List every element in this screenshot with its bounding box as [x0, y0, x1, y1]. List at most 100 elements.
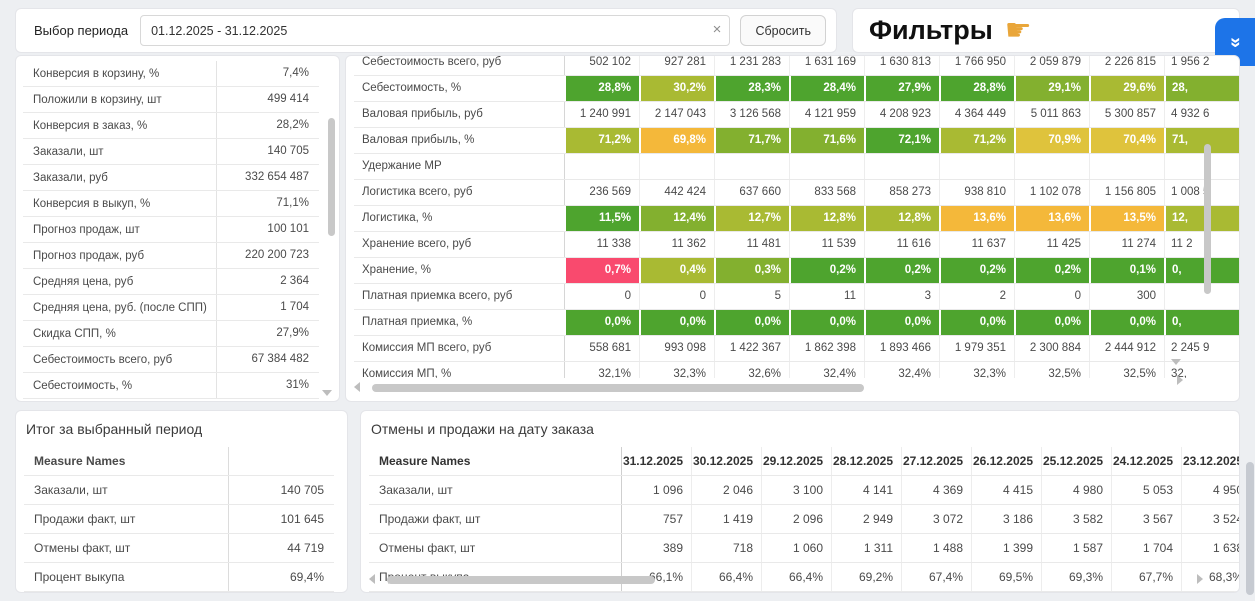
daily-metric-row[interactable]: Логистика всего, руб236 569442 424637 66… — [354, 180, 1239, 206]
orders-header-row[interactable]: Measure Names31.12.202530.12.202529.12.2… — [369, 447, 1239, 476]
daily-metric-row[interactable]: Валовая прибыль, руб1 240 9912 147 0433 … — [354, 102, 1239, 128]
totals-row[interactable]: Продажи факт, шт101 645 — [24, 505, 334, 534]
daily-metric-cell[interactable]: 28, — [1164, 76, 1239, 101]
horizontal-scrollbar-thumb[interactable] — [387, 576, 655, 584]
daily-metric-cell[interactable]: 28,4% — [789, 76, 864, 101]
daily-metric-cell[interactable]: 0,2% — [939, 258, 1014, 283]
orders-cell[interactable]: 1 704 — [1111, 534, 1181, 562]
scroll-right-arrow[interactable] — [1197, 574, 1203, 584]
daily-metric-cell[interactable]: 11 616 — [864, 232, 939, 257]
orders-date-header[interactable]: 27.12.2025 — [901, 447, 971, 475]
daily-metric-cell[interactable]: 71,2% — [564, 128, 639, 153]
daily-metric-cell[interactable]: 1 156 805 — [1089, 180, 1164, 205]
daily-metric-cell[interactable]: 0,0% — [864, 310, 939, 335]
daily-metric-cell[interactable]: 0,3% — [714, 258, 789, 283]
daily-metric-cell[interactable]: 12,7% — [714, 206, 789, 231]
orders-cell[interactable]: 69,3% — [1041, 563, 1111, 591]
daily-metric-cell[interactable]: 3 — [864, 284, 939, 309]
daily-metric-cell[interactable]: 0 — [564, 284, 639, 309]
orders-date-header[interactable]: 25.12.2025 — [1041, 447, 1111, 475]
daily-metric-cell[interactable]: 32,5% — [1014, 362, 1089, 378]
daily-metric-cell[interactable]: 2 245 9 — [1164, 336, 1239, 361]
daily-metric-cell[interactable]: 71,2% — [939, 128, 1014, 153]
daily-metric-cell[interactable]: 11 539 — [789, 232, 864, 257]
metric-row[interactable]: Прогноз продаж, шт100 101 — [23, 217, 319, 243]
orders-cell[interactable]: 2 096 — [761, 505, 831, 533]
daily-metric-cell[interactable]: 0,0% — [1014, 310, 1089, 335]
orders-cell[interactable]: 66,4% — [691, 563, 761, 591]
orders-cell[interactable]: 3 582 — [1041, 505, 1111, 533]
metric-row[interactable]: Себестоимость, %31% — [23, 373, 319, 399]
daily-metric-cell[interactable]: 4 208 923 — [864, 102, 939, 127]
daily-metric-cell[interactable]: 0,0% — [639, 310, 714, 335]
daily-metric-cell[interactable]: 12,8% — [789, 206, 864, 231]
daily-metric-cell[interactable]: 2 — [939, 284, 1014, 309]
orders-cell[interactable]: 69,5% — [971, 563, 1041, 591]
orders-cell[interactable]: 757 — [621, 505, 691, 533]
daily-metric-cell[interactable]: 1 422 367 — [714, 336, 789, 361]
daily-metric-cell[interactable]: 0,2% — [789, 258, 864, 283]
daily-metric-cell[interactable]: 11 481 — [714, 232, 789, 257]
daily-metric-cell[interactable]: 71,7% — [714, 128, 789, 153]
daily-metric-cell[interactable]: 1 862 398 — [789, 336, 864, 361]
metric-row[interactable]: Скидка СПП, %27,9% — [23, 321, 319, 347]
daily-metric-cell[interactable]: 11 338 — [564, 232, 639, 257]
orders-cell[interactable]: 4 980 — [1041, 476, 1111, 504]
orders-cell[interactable]: 3 100 — [761, 476, 831, 504]
daily-metric-cell[interactable]: 11 — [789, 284, 864, 309]
daily-metric-cell[interactable]: 558 681 — [564, 336, 639, 361]
daily-metric-cell[interactable]: 28,3% — [714, 76, 789, 101]
daily-metric-cell[interactable]: 2 300 884 — [1014, 336, 1089, 361]
daily-metric-cell[interactable]: 32,3% — [939, 362, 1014, 378]
daily-metric-row[interactable]: Логистика, %11,5%12,4%12,7%12,8%12,8%13,… — [354, 206, 1239, 232]
daily-metric-cell[interactable] — [939, 154, 1014, 179]
page-scrollbar-thumb[interactable] — [1246, 462, 1254, 595]
daily-metric-cell[interactable]: 0,0% — [714, 310, 789, 335]
orders-cell[interactable]: 1 096 — [621, 476, 691, 504]
daily-metric-cell[interactable]: 30,2% — [639, 76, 714, 101]
daily-metric-cell[interactable]: 0,2% — [1014, 258, 1089, 283]
daily-metric-cell[interactable] — [1089, 154, 1164, 179]
daily-metric-cell[interactable]: 11 362 — [639, 232, 714, 257]
orders-cell[interactable]: 67,4% — [901, 563, 971, 591]
daily-metric-cell[interactable]: 11 274 — [1089, 232, 1164, 257]
daily-metric-cell[interactable]: 0,1% — [1089, 258, 1164, 283]
daily-metric-row[interactable]: Удержание МР — [354, 154, 1239, 180]
totals-row[interactable]: Заказали, шт140 705 — [24, 476, 334, 505]
daily-metric-row[interactable]: Платная приемка всего, руб00511320300 — [354, 284, 1239, 310]
daily-metric-row[interactable]: Комиссия МП, %32,1%32,3%32,6%32,4%32,4%3… — [354, 362, 1239, 378]
metric-row[interactable]: Заказали, руб332 654 487 — [23, 165, 319, 191]
orders-cell[interactable]: 3 072 — [901, 505, 971, 533]
daily-metric-cell[interactable]: 71, — [1164, 128, 1239, 153]
daily-metric-cell[interactable]: 1 102 078 — [1014, 180, 1089, 205]
vertical-scrollbar-thumb[interactable] — [1204, 144, 1211, 294]
orders-date-header[interactable]: 31.12.2025 — [621, 447, 691, 475]
daily-metric-cell[interactable]: 4 932 6 — [1164, 102, 1239, 127]
daily-metric-cell[interactable]: 4 121 959 — [789, 102, 864, 127]
metric-row[interactable]: Положили в корзину, шт499 414 — [23, 87, 319, 113]
daily-metric-cell[interactable]: 5 — [714, 284, 789, 309]
daily-metric-cell[interactable]: 11 2 — [1164, 232, 1239, 257]
orders-cell[interactable]: 66,4% — [761, 563, 831, 591]
orders-cell[interactable]: 4 141 — [831, 476, 901, 504]
daily-metric-cell[interactable]: 71,6% — [789, 128, 864, 153]
orders-date-header[interactable]: 29.12.2025 — [761, 447, 831, 475]
daily-metric-cell[interactable]: 72,1% — [864, 128, 939, 153]
orders-date-header[interactable]: 26.12.2025 — [971, 447, 1041, 475]
daily-metric-cell[interactable]: 69,8% — [639, 128, 714, 153]
orders-cell[interactable]: 2 949 — [831, 505, 901, 533]
daily-metric-cell[interactable]: 32,3% — [639, 362, 714, 378]
daily-metric-cell[interactable]: 12,4% — [639, 206, 714, 231]
daily-metric-cell[interactable] — [1014, 154, 1089, 179]
daily-metric-cell[interactable]: 11,5% — [564, 206, 639, 231]
reset-button[interactable]: Сбросить — [740, 15, 826, 46]
scroll-down-arrow[interactable] — [1171, 359, 1181, 365]
daily-metric-cell[interactable]: 13,5% — [1089, 206, 1164, 231]
metric-row[interactable]: Конверсия в выкуп, %71,1% — [23, 191, 319, 217]
orders-cell[interactable]: 4 950 — [1181, 476, 1240, 504]
orders-cell[interactable]: 1 488 — [901, 534, 971, 562]
totals-row[interactable]: Отмены факт, шт44 719 — [24, 534, 334, 563]
daily-metric-cell[interactable]: 0,0% — [939, 310, 1014, 335]
daily-metric-cell[interactable] — [1164, 284, 1239, 309]
orders-cell[interactable]: 1 060 — [761, 534, 831, 562]
